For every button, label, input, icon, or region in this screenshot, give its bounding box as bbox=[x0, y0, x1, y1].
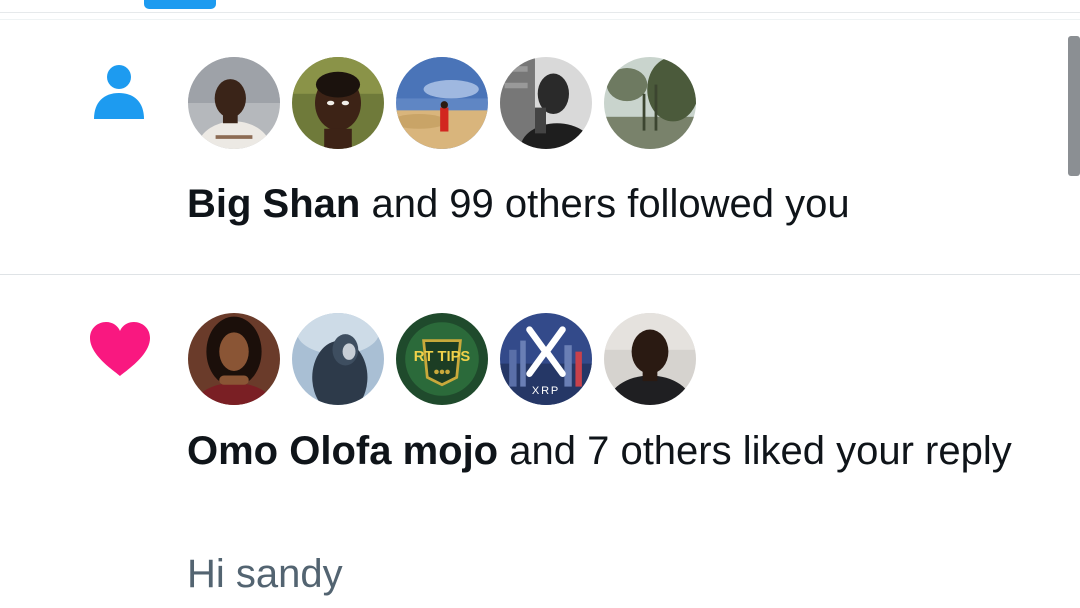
heart-icon bbox=[90, 322, 150, 376]
notification-follow[interactable]: Big Shan and 99 others followed you bbox=[0, 20, 1080, 275]
notification-message: and 99 others followed you bbox=[360, 182, 850, 226]
notifications-page: Big Shan and 99 others followed you RT T… bbox=[0, 0, 1080, 608]
avatar[interactable] bbox=[602, 55, 698, 151]
notification-text: Omo Olofa mojo and 7 others liked your r… bbox=[187, 422, 1047, 480]
avatar-rt-tips-text: RT TIPS bbox=[414, 349, 471, 365]
avatar[interactable] bbox=[290, 55, 386, 151]
avatar-xrp[interactable]: XRP bbox=[498, 311, 594, 407]
actor-name[interactable]: Big Shan bbox=[187, 182, 360, 226]
avatar[interactable] bbox=[394, 55, 490, 151]
avatar-rt-tips[interactable]: RT TIPS bbox=[394, 311, 490, 407]
avatar[interactable] bbox=[186, 55, 282, 151]
actor-name[interactable]: Omo Olofa mojo bbox=[187, 429, 498, 473]
avatar[interactable] bbox=[498, 55, 594, 151]
avatar[interactable] bbox=[186, 311, 282, 407]
avatar-group: RT TIPS XRP bbox=[186, 311, 706, 407]
avatar-xrp-text: XRP bbox=[532, 385, 560, 397]
notification-text: Big Shan and 99 others followed you bbox=[187, 175, 1047, 233]
scrollbar-thumb[interactable] bbox=[1068, 36, 1080, 176]
reply-snippet[interactable]: Hi sandy bbox=[187, 545, 343, 603]
notification-like[interactable]: RT TIPS XRP Omo Olofa mojo and 7 others … bbox=[0, 276, 1080, 608]
person-icon bbox=[94, 65, 144, 119]
tab-bar-divider bbox=[0, 12, 1080, 13]
notification-divider bbox=[0, 274, 1080, 275]
avatar-group bbox=[186, 55, 706, 151]
active-tab-indicator bbox=[144, 0, 216, 9]
avatar[interactable] bbox=[290, 311, 386, 407]
avatar[interactable] bbox=[602, 311, 698, 407]
notification-message: and 7 others liked your reply bbox=[498, 429, 1012, 473]
